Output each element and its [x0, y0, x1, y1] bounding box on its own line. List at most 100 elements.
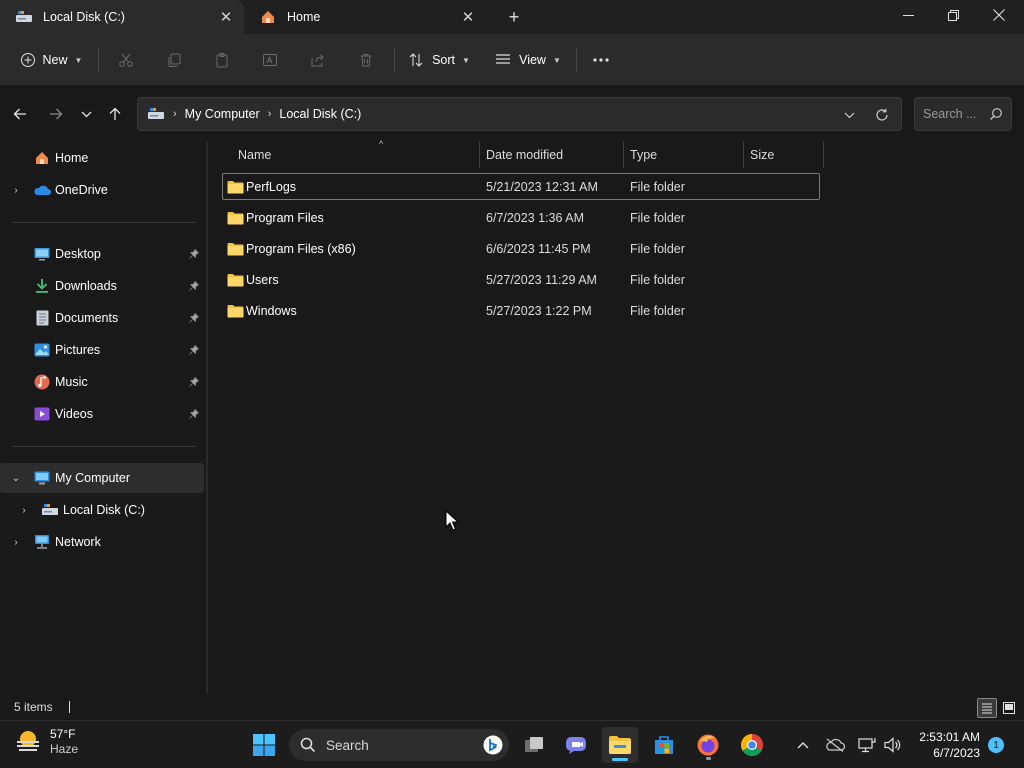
file-row-users[interactable]: Users 5/27/2023 11:29 AM File folder [222, 266, 820, 293]
sort-label: Sort [432, 53, 455, 67]
file-type: File folder [630, 303, 685, 318]
task-view-button[interactable] [516, 727, 552, 763]
back-button[interactable] [6, 100, 34, 128]
sidebar-item-local-disk[interactable]: › Local Disk (C:) [0, 495, 204, 525]
chevron-down-icon [81, 111, 91, 117]
close-tab-icon[interactable]: ✕ [212, 3, 240, 31]
column-divider[interactable] [623, 142, 624, 168]
column-divider[interactable] [479, 142, 480, 168]
weather-widget[interactable]: 57°F Haze [14, 727, 78, 757]
file-date-modified: 5/27/2023 11:29 AM [486, 272, 597, 287]
column-header-date-modified[interactable]: Date modified [486, 142, 624, 168]
rename-button[interactable] [254, 44, 286, 76]
delete-button[interactable] [350, 44, 382, 76]
copy-button[interactable] [158, 44, 190, 76]
paste-button[interactable] [206, 44, 238, 76]
address-row: › My Computer › Local Disk (C:) [0, 86, 1024, 142]
sidebar-item-downloads[interactable]: Downloads [0, 271, 204, 301]
folder-icon [227, 273, 244, 286]
pin-icon[interactable] [188, 344, 200, 356]
start-button[interactable] [246, 727, 282, 763]
file-name: Windows [246, 303, 297, 318]
file-explorer-taskbar-button[interactable] [602, 727, 638, 763]
breadcrumb-local-disk[interactable]: Local Disk (C:) [279, 107, 361, 121]
address-bar[interactable]: › My Computer › Local Disk (C:) [137, 97, 902, 131]
more-options-button[interactable] [586, 44, 616, 76]
chevron-right-icon[interactable]: › [17, 505, 31, 516]
cut-button[interactable] [110, 44, 142, 76]
new-tab-button[interactable]: + [500, 3, 528, 31]
plus-circle-icon [20, 53, 35, 67]
column-divider[interactable] [823, 142, 824, 168]
show-hidden-icons-button[interactable] [792, 734, 814, 756]
file-row-program-files[interactable]: Program Files 6/7/2023 1:36 AM File fold… [222, 204, 820, 231]
notification-badge[interactable]: 1 [988, 737, 1004, 753]
sidebar-item-onedrive[interactable]: › OneDrive [0, 175, 204, 205]
pin-icon[interactable] [188, 408, 200, 420]
share-button[interactable] [302, 44, 334, 76]
pin-icon[interactable] [188, 248, 200, 260]
details-view-button[interactable] [977, 698, 997, 718]
column-header-size[interactable]: Size [750, 142, 822, 168]
windows-logo-icon [253, 734, 275, 756]
network-tray-button[interactable] [856, 734, 878, 756]
videos-icon [33, 406, 51, 422]
taskbar-search[interactable]: Search [289, 729, 509, 761]
sort-button[interactable]: Sort ▼ [404, 44, 474, 76]
sidebar-item-desktop[interactable]: Desktop [0, 239, 204, 269]
sidebar-item-label: Local Disk (C:) [63, 503, 145, 517]
column-header-type[interactable]: Type [630, 142, 746, 168]
sidebar-item-documents[interactable]: Documents [0, 303, 204, 333]
chevron-right-icon[interactable]: › [9, 185, 23, 196]
column-divider[interactable] [743, 142, 744, 168]
file-row-windows[interactable]: Windows 5/27/2023 1:22 PM File folder [222, 297, 820, 324]
share-icon [311, 54, 324, 67]
sidebar-item-videos[interactable]: Videos [0, 399, 204, 429]
microsoft-store-button[interactable] [646, 727, 682, 763]
close-window-button[interactable] [976, 0, 1022, 30]
tab-local-disk[interactable]: Local Disk (C:) ✕ [0, 0, 244, 34]
address-history-button[interactable] [839, 105, 859, 125]
downloads-icon [33, 278, 51, 294]
minimize-button[interactable] [885, 0, 931, 30]
clock[interactable]: 2:53:01 AM 6/7/2023 [904, 729, 980, 761]
tiles-view-button[interactable] [999, 698, 1019, 718]
file-explorer-icon [609, 736, 631, 754]
forward-button[interactable] [42, 100, 70, 128]
refresh-button[interactable] [871, 104, 893, 126]
volume-tray-button[interactable] [882, 734, 904, 756]
new-button[interactable]: New ▼ [14, 44, 88, 76]
teams-chat-button[interactable] [558, 727, 594, 763]
sidebar-item-label: Downloads [55, 279, 117, 293]
chevron-right-icon[interactable]: › [9, 537, 23, 548]
sidebar-item-network[interactable]: › Network [0, 527, 204, 557]
sidebar-item-music[interactable]: Music [0, 367, 204, 397]
rename-icon [263, 54, 277, 66]
sidebar-item-my-computer[interactable]: ⌄ My Computer [0, 463, 204, 493]
chrome-button[interactable] [734, 727, 770, 763]
sidebar-item-pictures[interactable]: Pictures [0, 335, 204, 365]
recent-locations-button[interactable] [72, 100, 100, 128]
copy-icon [168, 53, 181, 67]
restore-button[interactable] [930, 0, 976, 30]
pin-icon[interactable] [188, 312, 200, 324]
tab-home[interactable]: Home ✕ [244, 0, 486, 34]
weather-temperature: 57°F [50, 727, 76, 741]
breadcrumb-my-computer[interactable]: My Computer [185, 107, 260, 121]
search-box[interactable] [914, 97, 1012, 131]
file-row-program-files-x86[interactable]: Program Files (x86) 6/6/2023 11:45 PM Fi… [222, 235, 820, 262]
sidebar-item-home[interactable]: Home [0, 143, 204, 173]
column-header-label: Type [630, 148, 658, 162]
column-header-name[interactable]: Name ^ [238, 139, 478, 168]
search-input[interactable] [923, 107, 985, 121]
pin-icon[interactable] [188, 376, 200, 388]
firefox-button[interactable] [690, 727, 726, 763]
file-row-perflogs[interactable]: PerfLogs 5/21/2023 12:31 AM File folder [222, 173, 820, 200]
pin-icon[interactable] [188, 280, 200, 292]
close-tab-icon[interactable]: ✕ [454, 3, 482, 31]
onedrive-tray-button[interactable] [824, 734, 846, 756]
drive-icon [14, 9, 34, 25]
view-button[interactable]: View ▼ [492, 44, 564, 76]
up-button[interactable] [101, 100, 129, 128]
chevron-down-icon[interactable]: ⌄ [9, 473, 23, 484]
